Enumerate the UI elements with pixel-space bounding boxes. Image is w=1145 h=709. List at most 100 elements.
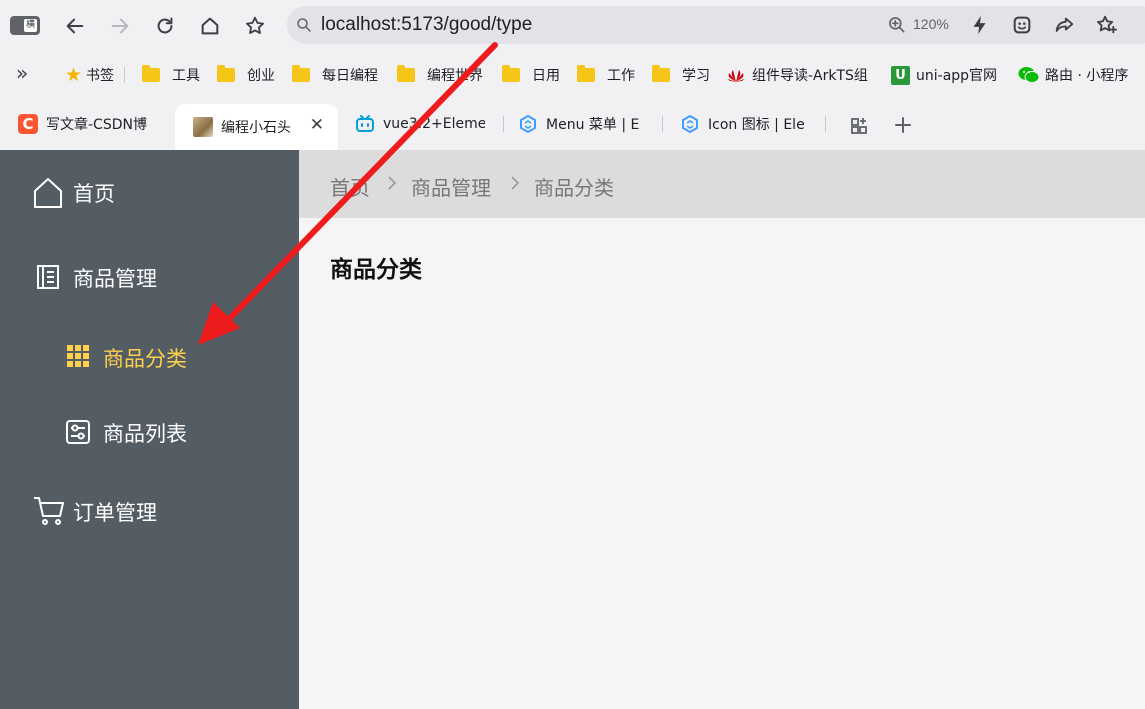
folder-icon — [652, 65, 670, 82]
bookmark-folder[interactable]: 工具 — [142, 64, 200, 86]
tab-bilibili[interactable]: vue3.2+Eleme — [355, 104, 485, 144]
uniapp-icon: U — [891, 65, 910, 85]
tab-label: vue3.2+Eleme — [383, 116, 485, 132]
search-icon — [297, 18, 311, 32]
folder-icon — [502, 65, 520, 82]
bookmark-folder[interactable]: 工作 — [577, 64, 635, 86]
window-icon-char: 横 — [24, 19, 37, 32]
bookmark-label: 组件导读-ArkTS组 — [752, 68, 868, 84]
sidebar-item-goods-category[interactable]: 商品分类 — [0, 338, 299, 376]
new-tab-icon[interactable] — [893, 115, 913, 135]
grid-icon — [67, 345, 89, 367]
tab-divider — [662, 116, 663, 132]
tab-label: Menu 菜单 | E — [546, 117, 640, 133]
bilibili-icon — [356, 115, 374, 132]
tab-group-icon[interactable] — [850, 115, 870, 135]
arrow-right-icon — [111, 18, 129, 34]
star-outline-icon — [246, 16, 264, 34]
bookmark-item[interactable]: 组件导读-ArkTS组 — [726, 64, 868, 86]
sidebar-item-label: 商品列表 — [103, 422, 187, 446]
sidebar-menu: 首页 商品管理 商品分类 商品列表 订单管理 — [0, 150, 299, 709]
bookmark-folder[interactable]: 每日编程 — [292, 64, 378, 86]
main-content: 首页 商品管理 商品分类 商品分类 — [299, 150, 1145, 709]
reload-icon — [157, 17, 173, 34]
huawei-icon — [728, 70, 744, 82]
folder-icon — [292, 65, 310, 82]
page-title: 商品分类 — [330, 257, 422, 283]
wechat-icon — [1018, 67, 1040, 83]
bookmark-folder[interactable]: 创业 — [217, 64, 275, 86]
address-bar[interactable]: localhost:5173/good/type 120% — [287, 6, 1145, 44]
notebook-icon — [37, 265, 59, 289]
sidebar-item-label: 商品分类 — [103, 347, 187, 371]
forward-button[interactable] — [105, 11, 135, 41]
list-panel-icon — [66, 420, 90, 444]
star-icon: ★ — [65, 64, 83, 86]
share-icon[interactable] — [1053, 14, 1075, 36]
favorites-icon[interactable] — [1095, 14, 1117, 36]
url-text[interactable]: localhost:5173/good/type — [321, 14, 532, 36]
sidebar-item-goods-list[interactable]: 商品列表 — [0, 413, 299, 451]
breadcrumb: 首页 商品管理 商品分类 — [299, 150, 1145, 218]
close-icon[interactable]: ✕ — [310, 115, 324, 135]
bookmark-folder[interactable]: 编程世界 — [397, 64, 483, 86]
zoom-in-icon[interactable] — [887, 15, 907, 35]
csdn-icon: C — [18, 114, 38, 134]
breadcrumb-current: 商品分类 — [534, 176, 614, 200]
sidebar-item-label: 订单管理 — [73, 501, 157, 525]
tab-active[interactable]: 编程小石头 ✕ — [175, 104, 338, 150]
bookmark-label: 创业 — [247, 68, 275, 84]
folder-icon — [577, 65, 595, 82]
chevron-right-icon — [388, 176, 397, 190]
bookmark-folder[interactable]: 日用 — [502, 64, 560, 86]
folder-icon — [397, 65, 415, 82]
tab-strip: C 写文章-CSDN博 编程小石头 ✕ vue3.2+Eleme Menu 菜单… — [0, 98, 1145, 150]
back-button[interactable] — [60, 11, 90, 41]
tab-divider — [825, 116, 826, 132]
breadcrumb-goods[interactable]: 商品管理 — [411, 172, 491, 201]
sidebar-item-label: 首页 — [73, 182, 115, 206]
double-chevron-icon: » — [16, 61, 29, 85]
bookmark-label: 每日编程 — [322, 68, 378, 84]
tab-divider — [503, 116, 504, 132]
home-button[interactable] — [195, 11, 225, 41]
zoom-level[interactable]: 120% — [913, 16, 949, 32]
element-icon — [520, 115, 536, 133]
bookmark-label: 工作 — [607, 68, 635, 84]
bookmark-item[interactable]: ★ 书签 — [65, 64, 126, 86]
browser-toolbar: 横 localhost:5173/good/type 120% — [0, 0, 1145, 52]
bookmark-label: 日用 — [532, 68, 560, 84]
reload-button[interactable] — [150, 11, 180, 41]
home-icon — [201, 17, 219, 35]
bookmark-item[interactable]: U uni-app官网 — [891, 64, 997, 86]
tab-element-icon[interactable]: Icon 图标 | Ele — [680, 104, 808, 144]
bookmark-folder[interactable]: 学习 — [652, 64, 710, 86]
bookmark-star-button[interactable] — [240, 11, 270, 41]
sidebar-item-home[interactable]: 首页 — [0, 174, 299, 212]
sidebar-item-goods[interactable]: 商品管理 — [0, 258, 299, 296]
folder-icon — [217, 65, 235, 82]
extension-face-icon[interactable] — [1011, 14, 1033, 36]
bookmark-label: 工具 — [172, 68, 200, 84]
breadcrumb-home[interactable]: 首页 — [330, 172, 370, 201]
sidebar-item-orders[interactable]: 订单管理 — [0, 492, 299, 530]
bookmarks-bar: » ★ 书签 工具 创业 每日编程 编程世界 日用 工作 学习 组件导读-Ark… — [0, 52, 1145, 98]
bookmarks-overflow-button[interactable]: » — [16, 61, 29, 85]
tab-label: 编程小石头 — [221, 120, 291, 136]
bookmark-item[interactable]: 路由 · 小程序 — [1018, 64, 1128, 86]
chevron-right-icon — [511, 176, 520, 190]
bookmark-label: 路由 · 小程序 — [1045, 68, 1129, 84]
bookmark-label: uni-app官网 — [916, 68, 998, 84]
cart-icon — [34, 497, 64, 525]
tab-element-menu[interactable]: Menu 菜单 | E — [518, 104, 646, 144]
folder-icon — [142, 65, 160, 82]
sidebar-item-label: 商品管理 — [73, 267, 157, 291]
tab-label: Icon 图标 | Ele — [708, 117, 805, 133]
window-menu-icon[interactable]: 横 — [10, 16, 40, 35]
tab-csdn[interactable]: C 写文章-CSDN博 — [18, 104, 158, 144]
divider — [124, 67, 126, 83]
bookmark-label: 学习 — [682, 68, 710, 84]
tab-label: 写文章-CSDN博 — [46, 117, 147, 133]
lightning-icon[interactable] — [969, 14, 991, 36]
house-icon — [34, 178, 62, 208]
